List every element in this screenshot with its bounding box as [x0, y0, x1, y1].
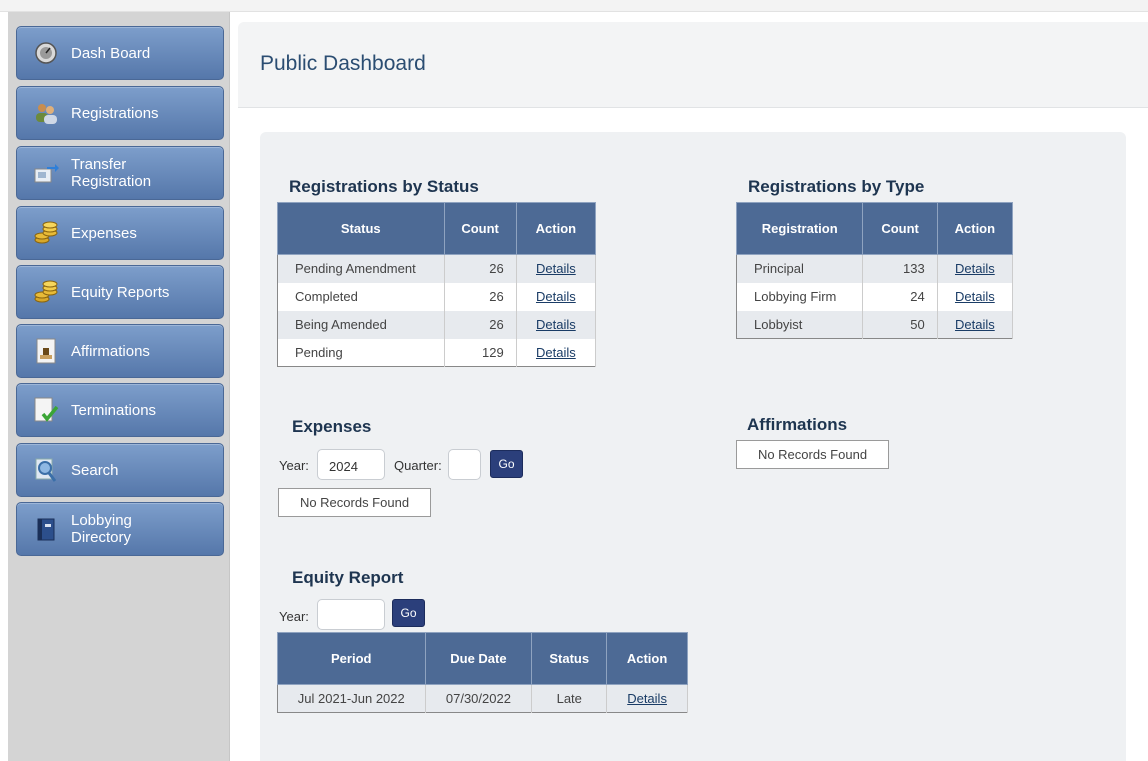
table-row: Pending 129 Details — [277, 338, 597, 367]
sidebar-item-search[interactable]: Search — [16, 443, 224, 497]
sidebar-item-label: Equity Reports — [71, 283, 170, 301]
expenses-quarter-label: Quarter: — [394, 458, 442, 473]
sidebar-item-label: Lobbying Directory — [71, 512, 132, 546]
count-cell: 133 — [862, 254, 938, 283]
coins-icon — [33, 220, 59, 246]
column-header-action: Action — [936, 202, 1014, 255]
sidebar-item-transfer-registration[interactable]: Transfer Registration — [16, 146, 224, 200]
status-cell: Completed — [277, 282, 445, 311]
column-header-status: Status — [277, 202, 445, 255]
column-header-count: Count — [862, 202, 938, 255]
sidebar-item-label: Transfer Registration — [71, 156, 152, 190]
details-link[interactable]: Details — [955, 317, 995, 332]
table-row: Completed 26 Details — [277, 282, 597, 311]
directory-book-icon — [33, 516, 59, 542]
main-content: Public Dashboard Registrations by Status… — [238, 22, 1148, 761]
sidebar-item-expenses[interactable]: Expenses — [16, 206, 224, 260]
details-link[interactable]: Details — [536, 289, 576, 304]
equity-go-button[interactable]: Go — [392, 599, 425, 627]
registration-cell: Lobbyist — [736, 310, 864, 339]
equity-year-label: Year: — [279, 609, 309, 624]
people-icon — [33, 100, 59, 126]
column-header-status: Status — [531, 632, 608, 685]
reg-by-type-table: Registration Count Action Principal 133 … — [735, 202, 1014, 339]
table-row: Principal 133 Details — [736, 254, 1014, 283]
count-cell: 129 — [444, 338, 517, 367]
count-cell: 26 — [444, 254, 517, 283]
details-link[interactable]: Details — [955, 261, 995, 276]
sidebar-item-dashboard[interactable]: Dash Board — [16, 26, 224, 80]
sidebar-item-terminations[interactable]: Terminations — [16, 383, 224, 437]
count-cell: 26 — [444, 310, 517, 339]
sidebar-item-label: Dash Board — [71, 44, 151, 62]
column-header-action: Action — [515, 202, 597, 255]
column-header-period: Period — [277, 632, 426, 685]
table-row: Pending Amendment 26 Details — [277, 254, 597, 283]
page-header: Public Dashboard — [238, 22, 1148, 108]
page-title: Public Dashboard — [260, 52, 426, 75]
reg-by-status-title: Registrations by Status — [289, 177, 479, 196]
column-header-count: Count — [443, 202, 517, 255]
sidebar-item-label: Terminations — [71, 401, 157, 419]
equity-report-title: Equity Report — [292, 568, 404, 587]
equity-year-input[interactable] — [317, 599, 385, 630]
details-link[interactable]: Details — [955, 289, 995, 304]
dashboard-gauge-icon — [33, 40, 59, 66]
status-cell: Pending — [277, 338, 445, 367]
count-cell: 50 — [862, 310, 938, 339]
status-cell: Being Amended — [277, 310, 445, 339]
coins-icon — [33, 279, 59, 305]
dashboard-panel: Registrations by Status Status Count Act… — [260, 132, 1126, 761]
details-link[interactable]: Details — [536, 345, 576, 360]
details-link[interactable]: Details — [536, 317, 576, 332]
expenses-year-label: Year: — [279, 458, 309, 473]
table-row: Jul 2021-Jun 2022 07/30/2022 Late Detail… — [277, 684, 688, 713]
reg-by-type-title: Registrations by Type — [748, 177, 925, 196]
equity-report-table: Period Due Date Status Action Jul 2021-J… — [277, 632, 688, 713]
table-row: Being Amended 26 Details — [277, 310, 597, 339]
column-header-due-date: Due Date — [424, 632, 533, 685]
count-cell: 24 — [862, 282, 938, 311]
expenses-go-button[interactable]: Go — [490, 450, 523, 478]
count-cell: 26 — [444, 282, 517, 311]
sidebar-item-label: Expenses — [71, 224, 137, 242]
sidebar-item-label: Search — [71, 461, 119, 479]
document-check-icon — [33, 397, 59, 423]
details-link[interactable]: Details — [536, 261, 576, 276]
expenses-no-records: No Records Found — [278, 488, 431, 517]
sidebar-item-label: Registrations — [71, 104, 159, 122]
search-magnifier-icon — [33, 457, 59, 483]
sidebar-item-registrations[interactable]: Registrations — [16, 86, 224, 140]
registration-cell: Lobbying Firm — [736, 282, 864, 311]
details-link[interactable]: Details — [627, 691, 667, 706]
sidebar-item-affirmations[interactable]: Affirmations — [16, 324, 224, 378]
column-header-action: Action — [606, 632, 688, 685]
expenses-year-input[interactable]: 2024 — [317, 449, 385, 480]
status-cell: Late — [531, 684, 608, 713]
affirmations-title: Affirmations — [747, 415, 848, 434]
expenses-quarter-input[interactable] — [448, 449, 481, 480]
affirmations-no-records: No Records Found — [736, 440, 889, 469]
reg-by-status-table: Status Count Action Pending Amendment 26… — [277, 202, 597, 367]
expenses-title: Expenses — [292, 417, 372, 436]
top-strip — [0, 0, 1148, 12]
table-row: Lobbyist 50 Details — [736, 310, 1014, 339]
stamp-document-icon — [33, 338, 59, 364]
transfer-icon — [33, 160, 59, 186]
registration-cell: Principal — [736, 254, 864, 283]
sidebar-item-equity-reports[interactable]: Equity Reports — [16, 265, 224, 319]
status-cell: Pending Amendment — [277, 254, 445, 283]
table-row: Lobbying Firm 24 Details — [736, 282, 1014, 311]
due-date-cell: 07/30/2022 — [425, 684, 533, 713]
sidebar-item-label: Affirmations — [71, 342, 150, 360]
sidebar-item-lobbying-directory[interactable]: Lobbying Directory — [16, 502, 224, 556]
column-header-registration: Registration — [735, 202, 864, 255]
period-cell: Jul 2021-Jun 2022 — [277, 684, 426, 713]
